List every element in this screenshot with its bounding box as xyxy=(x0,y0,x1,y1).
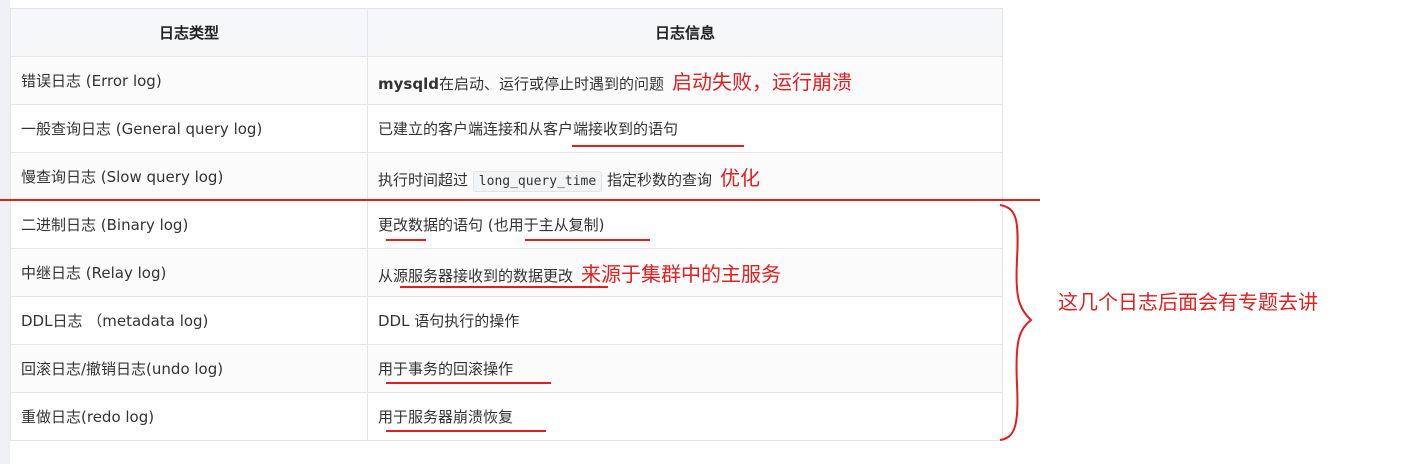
side-note-topics: 这几个日志后面会有专题去讲 xyxy=(1058,290,1318,314)
table-row: 回滚日志/撤销日志(undo log) 用于事务的回滚操作 xyxy=(10,344,1003,393)
log-types-table: 日志类型 日志信息 错误日志 (Error log) mysqld在启动、运行或… xyxy=(10,8,1003,441)
log-type-cell: DDL日志 （metadata log) xyxy=(10,296,368,345)
annotation-slow-log: 优化 xyxy=(720,166,760,190)
log-info-cell: 更改数据的语句 (也用于主从复制) xyxy=(367,200,1003,249)
log-info-cell: 用于事务的回滚操作 xyxy=(367,344,1003,393)
log-type-cell: 错误日志 (Error log) xyxy=(10,56,368,105)
log-info-cell: DDL 语句执行的操作 xyxy=(367,296,1003,345)
curly-brace-annotation xyxy=(999,204,1033,441)
log-type-cell: 二进制日志 (Binary log) xyxy=(10,200,368,249)
log-info-cell: 用于服务器崩溃恢复 xyxy=(367,392,1003,441)
underline-general-log xyxy=(572,145,744,147)
long-query-time-code: long_query_time xyxy=(472,171,603,192)
table-row: 慢查询日志 (Slow query log) 执行时间超过 long_query… xyxy=(10,152,1003,201)
log-info-text: 在启动、运行或停止时遇到的问题 xyxy=(438,75,664,93)
table-header-row: 日志类型 日志信息 xyxy=(10,8,1003,57)
separator-red-line xyxy=(0,199,1040,201)
underline-redo-log xyxy=(386,430,546,432)
log-info-cell: 从源服务器接收到的数据更改 来源于集群中的主服务 xyxy=(367,248,1003,297)
page-left-edge xyxy=(0,0,10,464)
log-type-cell: 慢查询日志 (Slow query log) xyxy=(10,152,368,201)
underline-undo-log xyxy=(386,382,551,384)
log-info-text: 从源服务器接收到的数据更改 xyxy=(378,267,574,285)
table-row: DDL日志 （metadata log) DDL 语句执行的操作 xyxy=(10,296,1003,345)
underline-relay-log xyxy=(400,286,608,288)
annotation-error-log: 启动失败，运行崩溃 xyxy=(671,70,852,94)
table-row: 一般查询日志 (General query log) 已建立的客户端连接和从客户… xyxy=(10,104,1003,153)
log-info-cell: mysqld在启动、运行或停止时遇到的问题 启动失败，运行崩溃 xyxy=(367,56,1003,105)
table-row: 二进制日志 (Binary log) 更改数据的语句 (也用于主从复制) xyxy=(10,200,1003,249)
header-log-info: 日志信息 xyxy=(367,8,1003,57)
table-row: 中继日志 (Relay log) 从源服务器接收到的数据更改 来源于集群中的主服务 xyxy=(10,248,1003,297)
underline-binary-log-1 xyxy=(386,239,426,241)
log-type-cell: 重做日志(redo log) xyxy=(10,392,368,441)
mysqld-keyword: mysqld xyxy=(378,75,439,93)
log-info-pre: 执行时间超过 xyxy=(378,171,469,189)
table-row: 错误日志 (Error log) mysqld在启动、运行或停止时遇到的问题 启动… xyxy=(10,56,1003,105)
underline-binary-log-2 xyxy=(525,239,650,241)
log-type-cell: 中继日志 (Relay log) xyxy=(10,248,368,297)
header-log-type: 日志类型 xyxy=(10,8,368,57)
annotation-relay-log: 来源于集群中的主服务 xyxy=(581,262,782,286)
log-type-cell: 回滚日志/撤销日志(undo log) xyxy=(10,344,368,393)
log-type-cell: 一般查询日志 (General query log) xyxy=(10,104,368,153)
log-info-cell: 执行时间超过 long_query_time 指定秒数的查询 优化 xyxy=(367,152,1003,201)
table-row: 重做日志(redo log) 用于服务器崩溃恢复 xyxy=(10,392,1003,441)
log-info-text: 指定秒数的查询 xyxy=(606,171,712,189)
